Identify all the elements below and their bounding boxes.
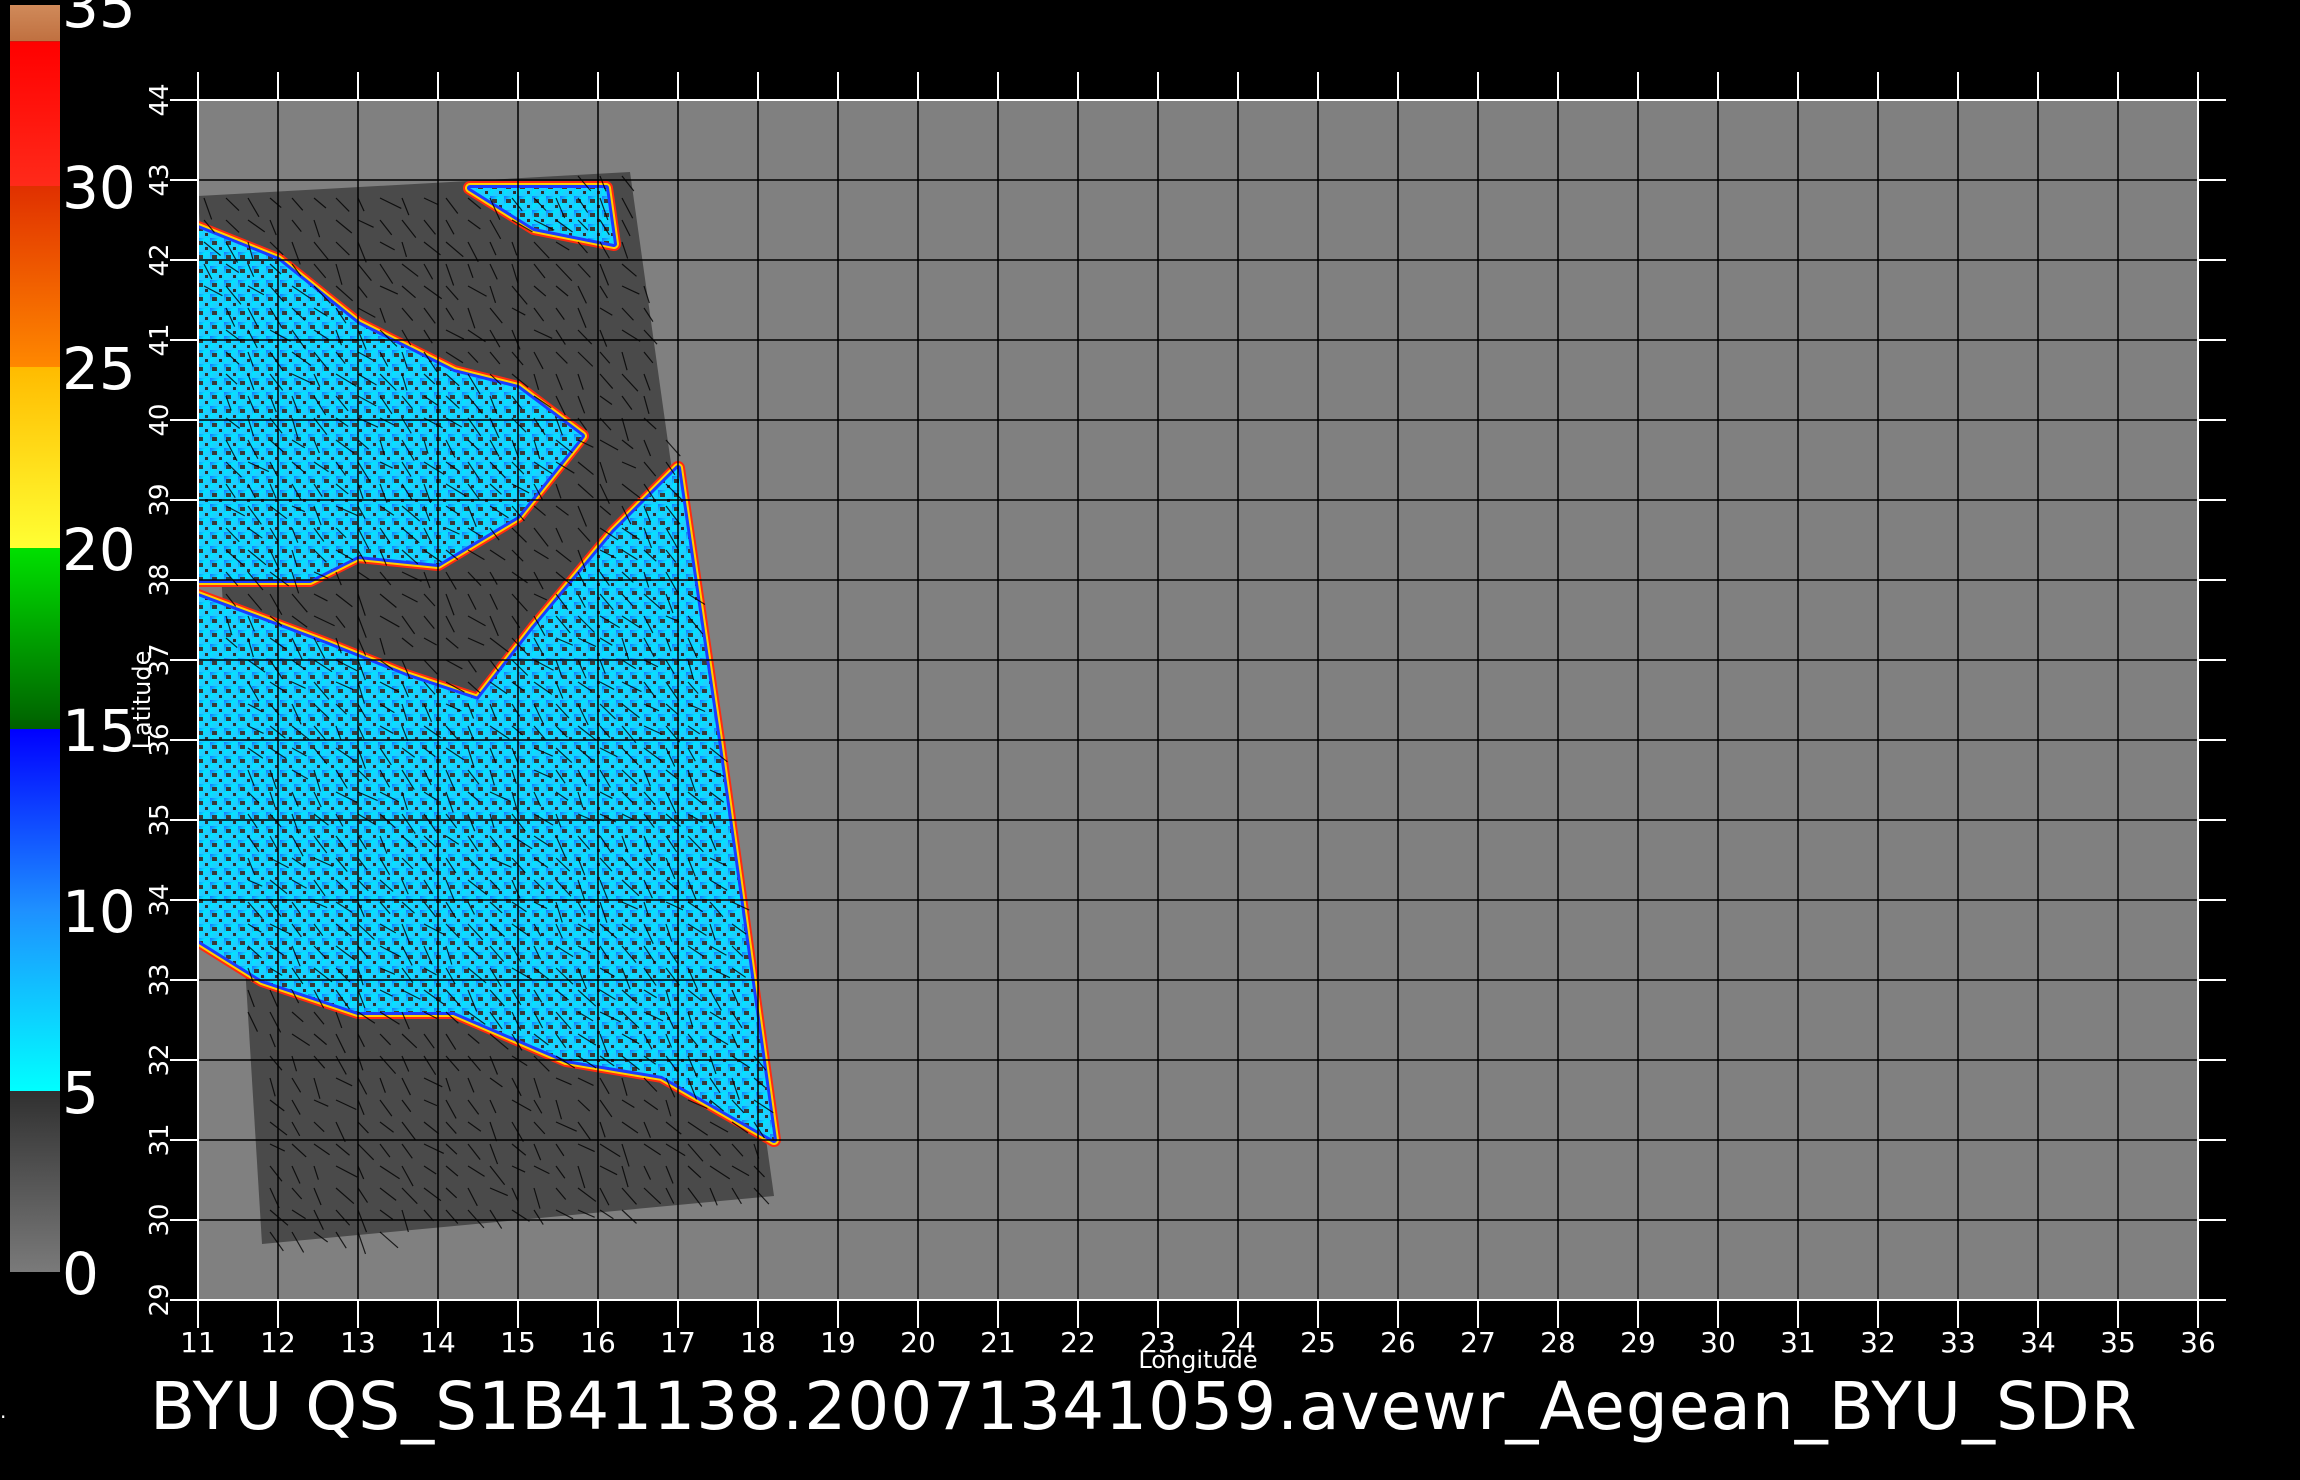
lon-tick-label: 22 bbox=[1060, 1326, 1096, 1359]
lon-tick-label: 33 bbox=[1940, 1326, 1976, 1359]
colorbar-segment bbox=[10, 5, 60, 42]
colorbar-segment bbox=[10, 186, 60, 367]
lat-tick-label: 44 bbox=[145, 83, 175, 116]
y-axis-label: Latitude bbox=[128, 651, 156, 750]
lat-tick-label: 43 bbox=[145, 163, 175, 196]
lon-tick-label: 17 bbox=[660, 1326, 696, 1359]
lon-tick-label: 28 bbox=[1540, 1326, 1576, 1359]
lat-tick-label: 39 bbox=[145, 483, 175, 516]
lat-tick-label: 32 bbox=[145, 1043, 175, 1076]
colorbar-label: 15 bbox=[62, 697, 136, 765]
lon-tick-label: 12 bbox=[260, 1326, 296, 1359]
edge-marker: · bbox=[0, 1405, 7, 1429]
lat-tick-label: 31 bbox=[145, 1123, 175, 1156]
lon-tick-label: 15 bbox=[500, 1326, 536, 1359]
lon-tick-label: 26 bbox=[1380, 1326, 1416, 1359]
lat-tick-label: 42 bbox=[145, 243, 175, 276]
lon-tick-label: 14 bbox=[420, 1326, 456, 1359]
lat-tick-label: 30 bbox=[145, 1203, 175, 1236]
wind-map-figure: 35 30 25 20 15 10 5 0 11 12 13 14 15 16 17 18 19 20 21 22 2… bbox=[10, 0, 2226, 1374]
lon-tick-label: 18 bbox=[740, 1326, 776, 1359]
lon-tick-label: 13 bbox=[340, 1326, 376, 1359]
lon-tick-label: 30 bbox=[1700, 1326, 1736, 1359]
lat-tick-label: 29 bbox=[145, 1283, 175, 1316]
lat-tick-label: 35 bbox=[145, 803, 175, 836]
lon-tick-label: 16 bbox=[580, 1326, 616, 1359]
lon-tick-label: 35 bbox=[2100, 1326, 2136, 1359]
lon-tick-label: 36 bbox=[2180, 1326, 2216, 1359]
lon-tick-label: 32 bbox=[1860, 1326, 1896, 1359]
lat-tick-label: 41 bbox=[145, 323, 175, 356]
lat-tick-label: 40 bbox=[145, 403, 175, 436]
colorbar-labels: 35 30 25 20 15 10 5 0 bbox=[62, 0, 136, 1308]
colorbar-segment bbox=[10, 548, 60, 729]
colorbar-label: 30 bbox=[62, 154, 136, 222]
lon-tick-label: 20 bbox=[900, 1326, 936, 1359]
lon-tick-label: 34 bbox=[2020, 1326, 2056, 1359]
colorbar-label: 10 bbox=[62, 878, 136, 946]
colorbar-segment bbox=[10, 729, 60, 910]
lon-tick-label: 21 bbox=[980, 1326, 1016, 1359]
lat-tick-label: 34 bbox=[145, 883, 175, 916]
lon-tick-label: 25 bbox=[1300, 1326, 1336, 1359]
colorbar-segment bbox=[10, 41, 60, 187]
lon-tick-label: 29 bbox=[1620, 1326, 1656, 1359]
colorbar-label: 5 bbox=[62, 1059, 99, 1127]
lon-tick-label: 31 bbox=[1780, 1326, 1816, 1359]
wind-speed-colorbar bbox=[10, 5, 60, 1272]
colorbar-segment bbox=[10, 1091, 60, 1272]
colorbar-label: 0 bbox=[62, 1240, 99, 1308]
lon-tick-label: 19 bbox=[820, 1326, 856, 1359]
colorbar-label: 35 bbox=[62, 0, 136, 41]
lat-tick-label: 38 bbox=[145, 563, 175, 596]
colorbar-segment bbox=[10, 367, 60, 548]
colorbar-label: 20 bbox=[62, 516, 136, 584]
lon-tick-label: 11 bbox=[180, 1326, 216, 1359]
colorbar-label: 25 bbox=[62, 335, 136, 403]
colorbar-segment bbox=[10, 910, 60, 1091]
lon-tick-label: 27 bbox=[1460, 1326, 1496, 1359]
lat-tick-label: 33 bbox=[145, 963, 175, 996]
product-caption: BYU QS_S1B41138.20071341059.avewr_Aegean… bbox=[150, 1368, 2138, 1445]
